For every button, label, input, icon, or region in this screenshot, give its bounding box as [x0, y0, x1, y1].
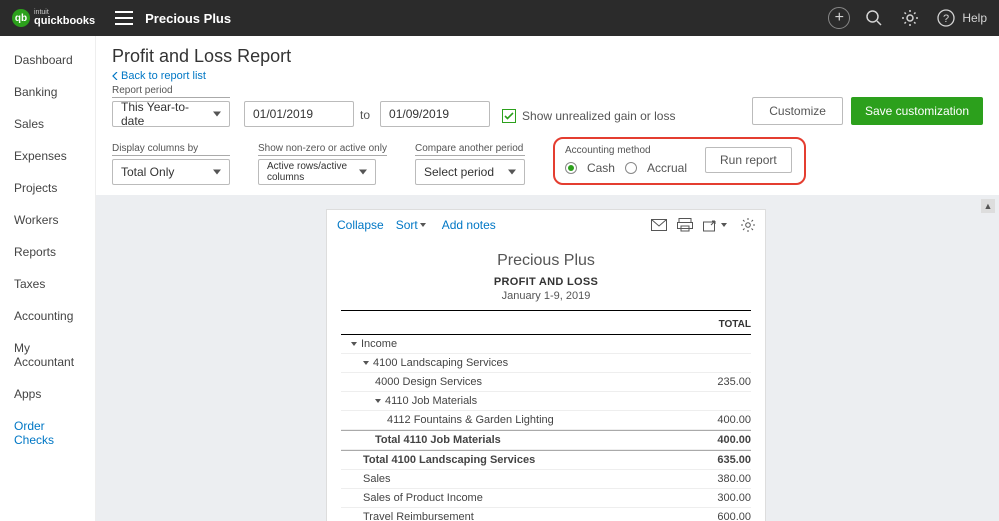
email-icon[interactable]	[651, 218, 667, 232]
back-link-label: Back to report list	[121, 70, 206, 82]
main-content: Profit and Loss Report Back to report li…	[96, 36, 999, 521]
scroll-up-icon[interactable]: ▲	[981, 199, 995, 213]
help-label[interactable]: Help	[962, 11, 987, 25]
export-icon[interactable]	[703, 218, 731, 232]
svg-text:?: ?	[943, 13, 949, 25]
add-notes-link[interactable]: Add notes	[442, 218, 496, 232]
display-columns-label: Display columns by	[112, 143, 230, 156]
accounting-method-highlight: Accounting method Cash Accrual Run repor…	[553, 137, 806, 185]
settings-icon[interactable]	[741, 218, 755, 232]
sidebar-item-apps[interactable]: Apps	[0, 378, 95, 410]
page-title: Profit and Loss Report	[112, 46, 983, 67]
report-company: Precious Plus	[341, 252, 751, 270]
sidebar-item-projects[interactable]: Projects	[0, 172, 95, 204]
display-columns-select[interactable]: Total Only	[112, 159, 230, 185]
row-4000[interactable]: 4000 Design Services235.00	[341, 373, 751, 392]
gear-icon[interactable]	[898, 6, 922, 30]
nonzero-label: Show non-zero or active only	[258, 143, 387, 156]
back-to-report-list-link[interactable]: Back to report list	[112, 70, 206, 82]
help-icon[interactable]: ?	[934, 6, 958, 30]
qb-logo-icon: qb	[12, 9, 30, 27]
sidebar-item-expenses[interactable]: Expenses	[0, 140, 95, 172]
chevron-down-icon	[721, 223, 727, 227]
sidebar-item-dashboard[interactable]: Dashboard	[0, 44, 95, 76]
company-name[interactable]: Precious Plus	[145, 11, 231, 26]
nonzero-select[interactable]: Active rows/active columns	[258, 159, 376, 185]
compare-select[interactable]: Select period	[415, 159, 525, 185]
unrealized-checkbox[interactable]	[502, 109, 516, 123]
sidebar-item-order-checks[interactable]: Order Checks	[0, 410, 95, 456]
report-card: Collapse Sort Add notes Precious Plus PR…	[326, 209, 766, 521]
sidebar-item-banking[interactable]: Banking	[0, 76, 95, 108]
accrual-radio[interactable]	[625, 162, 637, 174]
search-icon[interactable]	[862, 6, 886, 30]
sort-dropdown[interactable]: Sort	[396, 218, 430, 232]
chevron-down-icon	[420, 223, 426, 227]
to-label: to	[360, 108, 370, 122]
row-spi[interactable]: Sales of Product Income300.00	[341, 489, 751, 508]
sidebar-item-accounting[interactable]: Accounting	[0, 300, 95, 332]
report-title: PROFIT AND LOSS	[341, 276, 751, 288]
row-4100[interactable]: 4100 Landscaping Services	[341, 354, 751, 373]
customize-button[interactable]: Customize	[752, 97, 843, 125]
cash-radio[interactable]	[565, 162, 577, 174]
report-surface: ▲ Collapse Sort Add notes Precious Plus …	[96, 195, 999, 521]
row-total-4110: Total 4110 Job Materials400.00	[341, 430, 751, 450]
date-to-input[interactable]: 01/09/2019	[380, 101, 490, 127]
sidebar-item-reports[interactable]: Reports	[0, 236, 95, 268]
row-sales[interactable]: Sales380.00	[341, 470, 751, 489]
brand-qb: quickbooks	[34, 16, 95, 27]
row-4110[interactable]: 4110 Job Materials	[341, 392, 751, 411]
brand-text: intuit quickbooks	[34, 9, 95, 27]
print-icon[interactable]	[677, 218, 693, 232]
sidebar-item-taxes[interactable]: Taxes	[0, 268, 95, 300]
report-rows: Income 4100 Landscaping Services 4000 De…	[341, 335, 751, 521]
sidebar: Dashboard Banking Sales Expenses Project…	[0, 36, 96, 521]
sidebar-item-sales[interactable]: Sales	[0, 108, 95, 140]
report-period-select[interactable]: This Year-to-date	[112, 101, 230, 127]
row-travel-reimb[interactable]: Travel Reimbursement600.00	[341, 508, 751, 521]
accounting-method-label: Accounting method	[565, 145, 687, 157]
accrual-radio-label: Accrual	[647, 161, 687, 175]
sidebar-item-workers[interactable]: Workers	[0, 204, 95, 236]
sidebar-item-my-accountant[interactable]: My Accountant	[0, 332, 95, 378]
unrealized-label: Show unrealized gain or loss	[522, 109, 675, 123]
add-icon[interactable]: +	[828, 7, 850, 29]
date-from-input[interactable]: 01/01/2019	[244, 101, 354, 127]
save-customization-button[interactable]: Save customization	[851, 97, 983, 125]
row-income[interactable]: Income	[341, 335, 751, 354]
report-date-range: January 1-9, 2019	[341, 290, 751, 302]
top-bar: qb intuit quickbooks Precious Plus + ? H…	[0, 0, 999, 36]
menu-toggle-icon[interactable]	[115, 11, 133, 25]
row-total-4100: Total 4100 Landscaping Services635.00	[341, 450, 751, 470]
column-header-total: TOTAL	[341, 315, 751, 335]
report-period-label: Report period	[112, 85, 230, 98]
collapse-link[interactable]: Collapse	[337, 218, 384, 232]
compare-label: Compare another period	[415, 143, 525, 156]
row-4112[interactable]: 4112 Fountains & Garden Lighting400.00	[341, 411, 751, 430]
cash-radio-label: Cash	[587, 161, 615, 175]
run-report-button[interactable]: Run report	[705, 147, 792, 173]
